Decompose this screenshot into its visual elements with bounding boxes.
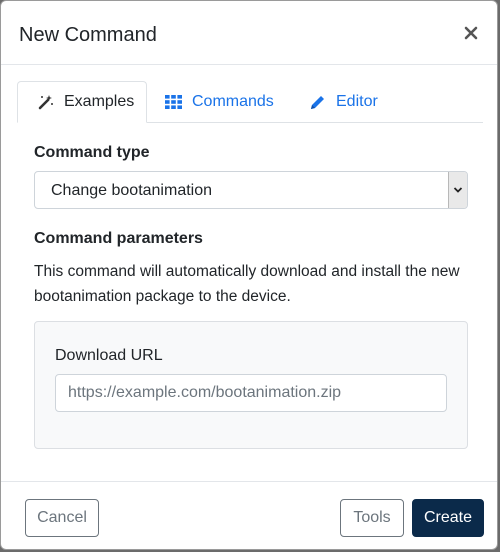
command-type-label: Command type: [34, 144, 150, 161]
pencil-icon: [309, 94, 327, 110]
tab-commands[interactable]: Commands: [165, 81, 274, 123]
command-type-selected-value: Change bootanimation: [51, 182, 213, 199]
parameters-card: Download URL: [34, 321, 468, 449]
close-icon: [464, 26, 478, 40]
download-url-label: Download URL: [55, 347, 163, 364]
chevron-down-icon: [448, 172, 467, 208]
cancel-button[interactable]: Cancel: [25, 499, 99, 537]
tools-button[interactable]: Tools: [340, 499, 404, 537]
command-type-select[interactable]: Change bootanimation: [34, 171, 468, 209]
close-button[interactable]: [459, 21, 483, 45]
grid-icon: [165, 94, 183, 110]
modal-header: New Command: [1, 1, 497, 65]
tab-examples[interactable]: Examples: [17, 81, 147, 123]
modal-footer: Cancel Tools Create: [1, 481, 497, 549]
magic-wand-icon: [37, 94, 55, 110]
modal-title: New Command: [19, 24, 157, 46]
command-parameters-label: Command parameters: [34, 230, 203, 247]
tab-editor[interactable]: Editor: [309, 81, 378, 123]
tab-editor-label: Editor: [336, 93, 378, 110]
new-command-modal: New Command Examples Commands Editor Com…: [0, 0, 498, 550]
download-url-input[interactable]: [55, 374, 447, 412]
create-button[interactable]: Create: [412, 499, 484, 537]
tab-examples-label: Examples: [64, 93, 135, 110]
command-description: This command will automatically download…: [34, 263, 460, 305]
tab-commands-label: Commands: [192, 93, 274, 110]
tab-bar: Examples Commands Editor: [17, 81, 483, 123]
